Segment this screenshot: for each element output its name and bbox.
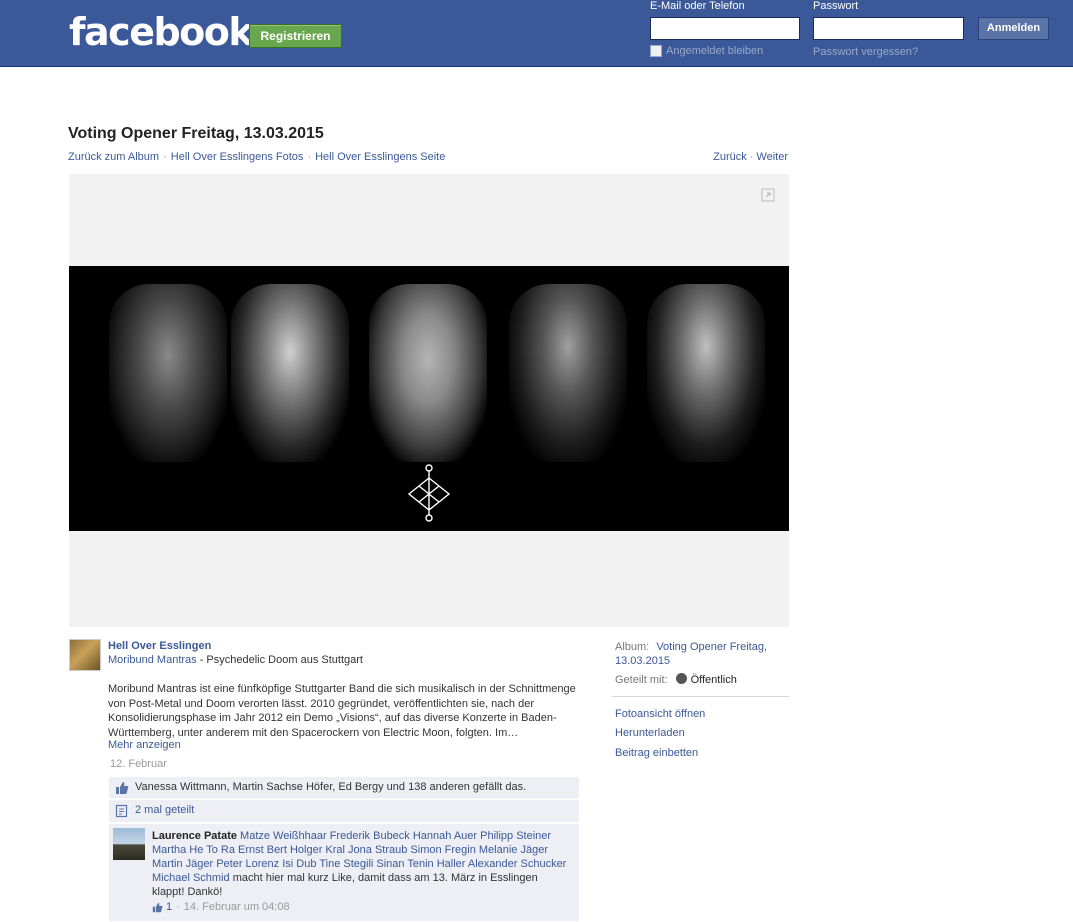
next-photo-link[interactable]: Weiter — [756, 151, 788, 163]
comment-meta: 1 · 14. Februar um 04:08 — [152, 901, 290, 913]
password-label: Passwort — [813, 0, 859, 12]
comment-like-count[interactable]: 1 — [166, 901, 172, 913]
page-title: Voting Opener Freitag, 13.03.2015 — [68, 125, 324, 142]
shared-with-label: Geteilt mit: — [615, 674, 668, 686]
band-photo[interactable] — [69, 266, 789, 531]
band-sigil-icon — [407, 464, 451, 522]
previous-photo-link[interactable]: Zurück — [713, 151, 747, 163]
password-field[interactable] — [813, 17, 964, 40]
comment-author-link[interactable]: Laurence Patate — [152, 830, 237, 842]
like-icon — [116, 782, 129, 794]
post-body: Moribund Mantras ist eine fünfköpfige St… — [108, 683, 576, 739]
keep-logged-in-label: Angemeldet bleiben — [666, 45, 764, 57]
band-link[interactable]: Moribund Mantras — [108, 654, 197, 666]
post-subline: Moribund Mantras - Psychedelic Doom aus … — [108, 654, 363, 666]
post-author-link[interactable]: Hell Over Esslingen — [108, 640, 211, 652]
band-member-portrait — [231, 284, 349, 462]
register-button[interactable]: Registrieren — [249, 24, 342, 48]
shares-row: 2 mal geteilt — [109, 800, 579, 822]
band-member-portrait — [369, 284, 487, 462]
band-tagline: - Psychedelic Doom aus Stuttgart — [196, 654, 363, 666]
sidebar-divider — [612, 696, 789, 697]
comment-text: Laurence Patate Matze Weißhhaar Frederik… — [152, 829, 567, 899]
forgot-password-link[interactable]: Passwort vergessen? — [813, 46, 918, 58]
open-photo-view-link[interactable]: Fotoansicht öffnen — [615, 708, 705, 720]
band-member-portrait — [109, 284, 227, 462]
band-member-portrait — [647, 284, 765, 462]
breadcrumb-photos[interactable]: Hell Over Esslingens Fotos — [171, 151, 304, 163]
login-button[interactable]: Anmelden — [978, 17, 1049, 40]
embed-post-link[interactable]: Beitrag einbetten — [615, 747, 698, 759]
fullscreen-icon[interactable] — [761, 188, 775, 202]
comment-like-icon[interactable] — [152, 902, 163, 913]
album-label: Album: — [615, 641, 650, 653]
show-more-link[interactable]: Mehr anzeigen — [108, 739, 181, 751]
breadcrumb: Zurück zum Album · Hell Over Esslingens Fo… — [68, 151, 446, 163]
likes-text[interactable]: Vanessa Wittmann, Martin Sachse Höfer, E… — [135, 781, 526, 793]
top-bar: facebook Registrieren E-Mail oder Telefo… — [0, 0, 1073, 67]
privacy-info: Geteilt mit: Öffentlich — [615, 673, 737, 686]
privacy-value[interactable]: Öffentlich — [691, 674, 737, 686]
facebook-logo[interactable]: facebook — [69, 10, 254, 54]
page-avatar[interactable] — [69, 639, 101, 671]
breadcrumb-back-to-album[interactable]: Zurück zum Album — [68, 151, 159, 163]
keep-logged-in[interactable]: Angemeldet bleiben — [650, 45, 763, 57]
commenter-avatar[interactable] — [113, 828, 145, 860]
band-member-portrait — [509, 284, 627, 462]
comment: Laurence Patate Matze Weißhhaar Frederik… — [109, 824, 579, 921]
photo-nav: Zurück · Weiter — [713, 151, 788, 163]
album-info: Album: Voting Opener Freitag, 13.03.2015 — [615, 640, 785, 668]
shares-link[interactable]: 2 mal geteilt — [135, 804, 194, 816]
photo-stage — [69, 174, 789, 627]
likes-row: Vanessa Wittmann, Martin Sachse Höfer, E… — [109, 777, 579, 798]
keep-logged-in-checkbox[interactable] — [650, 45, 662, 57]
breadcrumb-page[interactable]: Hell Over Esslingens Seite — [315, 151, 445, 163]
email-field[interactable] — [650, 17, 800, 40]
globe-icon — [675, 673, 687, 684]
share-icon — [115, 804, 128, 818]
download-link[interactable]: Herunterladen — [615, 727, 685, 739]
post-date[interactable]: 12. Februar — [110, 758, 167, 770]
comment-timestamp[interactable]: 14. Februar um 04:08 — [184, 901, 290, 913]
email-label: E-Mail oder Telefon — [650, 0, 745, 12]
